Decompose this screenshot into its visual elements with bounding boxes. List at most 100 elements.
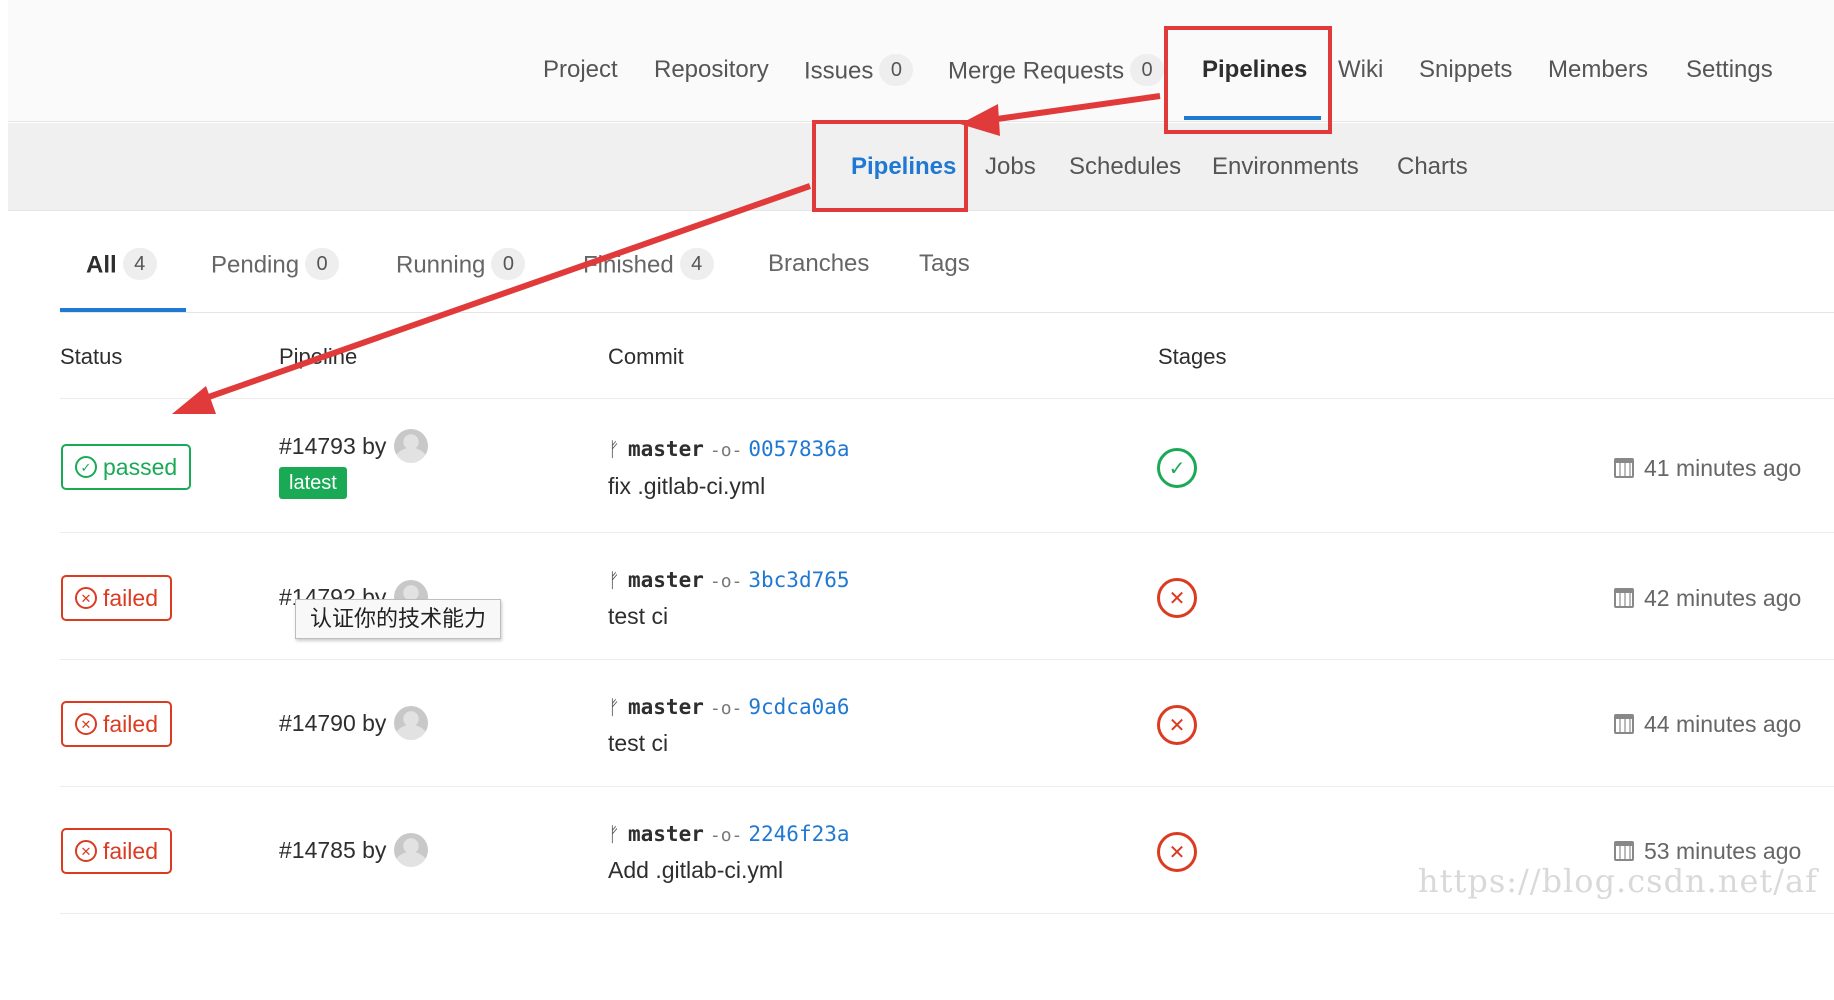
status-badge[interactable]: ✕ failed xyxy=(61,701,172,747)
annotation-box-sub-pipelines xyxy=(812,120,968,212)
calendar-icon xyxy=(1614,457,1634,478)
tooltip: 认证你的技术能力 xyxy=(295,599,502,639)
commit-title[interactable]: test ci xyxy=(608,730,668,757)
stage-passed-icon[interactable]: ✓ xyxy=(1157,448,1197,488)
latest-badge: latest xyxy=(279,467,347,499)
tab-all[interactable]: All 4 xyxy=(86,248,157,282)
status-label: failed xyxy=(103,837,158,864)
tab-pending-label: Pending xyxy=(211,251,300,279)
status-badge[interactable]: ✕ failed xyxy=(61,575,172,621)
tab-running[interactable]: Running 0 xyxy=(396,248,526,282)
subnav-charts[interactable]: Charts xyxy=(1397,153,1468,181)
timestamp: 53 minutes ago xyxy=(1614,838,1801,865)
pipeline-id: #14790 by xyxy=(279,710,387,737)
nav-merge-requests[interactable]: Merge Requests 0 xyxy=(948,54,1165,88)
stage-failed-icon[interactable]: ✕ xyxy=(1157,832,1197,872)
timestamp: 41 minutes ago xyxy=(1614,455,1801,482)
branch-icon: ᚠ xyxy=(608,824,620,846)
tab-finished[interactable]: Finished 4 xyxy=(583,248,714,282)
calendar-icon xyxy=(1614,713,1634,734)
tab-finished-count: 4 xyxy=(679,248,714,280)
branch-link[interactable]: master xyxy=(628,437,704,461)
subnav-environments[interactable]: Environments xyxy=(1212,153,1359,181)
timestamp-label: 44 minutes ago xyxy=(1644,711,1802,737)
row-divider xyxy=(60,532,1834,533)
nav-wiki[interactable]: Wiki xyxy=(1338,56,1383,84)
commit-ref: ᚠ master -o- 2246f23a xyxy=(608,822,850,847)
commit-sha-link[interactable]: 0057836a xyxy=(748,437,849,461)
calendar-icon xyxy=(1614,840,1634,861)
nav-snippets[interactable]: Snippets xyxy=(1419,56,1512,84)
commit-title[interactable]: Add .gitlab-ci.yml xyxy=(608,857,783,884)
x-circle-icon: ✕ xyxy=(75,840,97,862)
tab-finished-label: Finished xyxy=(583,251,674,279)
stage-failed-icon[interactable]: ✕ xyxy=(1157,705,1197,745)
status-label: failed xyxy=(103,584,158,611)
timestamp-label: 42 minutes ago xyxy=(1644,585,1802,611)
commit-ref: ᚠ master -o- 3bc3d765 xyxy=(608,568,850,593)
watermark: https://blog.csdn.net/af xyxy=(1418,862,1818,900)
commit-sha-link[interactable]: 2246f23a xyxy=(748,822,849,846)
row-divider xyxy=(60,913,1834,914)
merge-requests-count-badge: 0 xyxy=(1130,54,1165,86)
status-badge[interactable]: ✕ failed xyxy=(61,828,172,874)
status-label: passed xyxy=(103,453,178,480)
project-nav: Project Repository Issues 0 Merge Request… xyxy=(8,0,1834,122)
tab-branches[interactable]: Branches xyxy=(768,250,869,278)
tab-running-count: 0 xyxy=(491,248,526,280)
x-circle-icon: ✕ xyxy=(75,713,97,735)
tabs-divider xyxy=(60,312,1834,313)
nav-repository[interactable]: Repository xyxy=(654,56,769,84)
branch-icon: ᚠ xyxy=(608,570,620,592)
nav-members[interactable]: Members xyxy=(1548,56,1648,84)
pipeline-id: #14785 by xyxy=(279,837,387,864)
check-circle-icon: ✓ xyxy=(75,456,97,478)
calendar-icon xyxy=(1614,587,1634,608)
issues-count-badge: 0 xyxy=(879,54,914,86)
subnav-jobs[interactable]: Jobs xyxy=(985,153,1036,181)
nav-project[interactable]: Project xyxy=(543,56,618,84)
timestamp-label: 41 minutes ago xyxy=(1644,455,1802,481)
timestamp: 42 minutes ago xyxy=(1614,585,1801,612)
commit-icon: -o- xyxy=(709,571,743,592)
subnav-schedules[interactable]: Schedules xyxy=(1069,153,1181,181)
row-divider xyxy=(60,786,1834,787)
commit-icon: -o- xyxy=(709,698,743,719)
tab-tags[interactable]: Tags xyxy=(919,250,970,278)
nav-merge-requests-label: Merge Requests xyxy=(948,57,1125,85)
tab-pending[interactable]: Pending 0 xyxy=(211,248,340,282)
annotation-arrowhead xyxy=(172,386,216,414)
commit-title[interactable]: fix .gitlab-ci.yml xyxy=(608,473,765,500)
branch-link[interactable]: master xyxy=(628,822,704,846)
pipeline-link[interactable]: #14793 by xyxy=(279,429,429,465)
commit-ref: ᚠ master -o- 0057836a xyxy=(608,437,850,462)
commit-icon: -o- xyxy=(709,440,743,461)
commit-sha-link[interactable]: 3bc3d765 xyxy=(748,568,849,592)
branch-link[interactable]: master xyxy=(628,568,704,592)
nav-issues[interactable]: Issues 0 xyxy=(804,54,914,88)
avatar[interactable] xyxy=(394,706,429,740)
header-commit: Commit xyxy=(608,344,684,369)
commit-title[interactable]: test ci xyxy=(608,603,668,630)
header-divider xyxy=(60,398,1834,399)
avatar[interactable] xyxy=(394,429,429,463)
x-circle-icon: ✕ xyxy=(75,587,97,609)
tab-running-label: Running xyxy=(396,251,486,279)
pipeline-link[interactable]: #14785 by xyxy=(279,833,429,869)
nav-settings[interactable]: Settings xyxy=(1686,56,1773,84)
header-stages: Stages xyxy=(1158,344,1227,369)
pipeline-id: #14793 by xyxy=(279,433,387,460)
avatar[interactable] xyxy=(394,833,429,867)
annotation-box-top-pipelines xyxy=(1164,26,1332,134)
nav-issues-label: Issues xyxy=(804,57,874,85)
branch-link[interactable]: master xyxy=(628,695,704,719)
pipeline-link[interactable]: #14790 by xyxy=(279,706,429,742)
header-pipeline: Pipeline xyxy=(279,344,358,369)
status-badge[interactable]: ✓ passed xyxy=(61,444,192,490)
timestamp: 44 minutes ago xyxy=(1614,711,1801,738)
commit-sha-link[interactable]: 9cdca0a6 xyxy=(748,695,849,719)
branch-icon: ᚠ xyxy=(608,439,620,461)
tab-all-label: All xyxy=(86,251,117,279)
stage-failed-icon[interactable]: ✕ xyxy=(1157,578,1197,618)
branch-icon: ᚠ xyxy=(608,697,620,719)
